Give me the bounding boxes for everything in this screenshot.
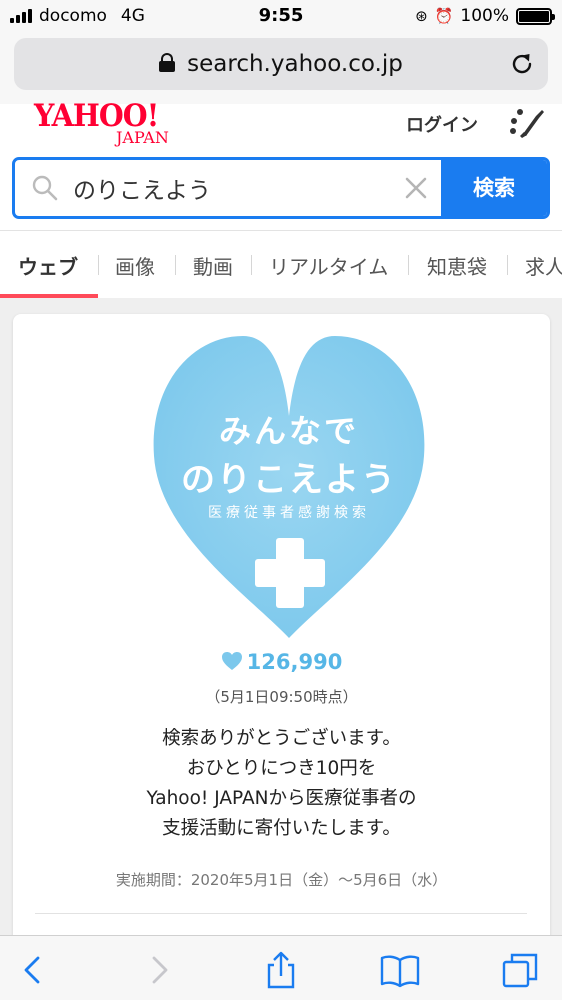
browser-toolbar bbox=[0, 935, 562, 1000]
status-bar: docomo 4G 9:55 ⊛ ⏰ 100% bbox=[0, 0, 562, 32]
forward-icon[interactable] bbox=[138, 950, 178, 990]
logo-main-text: YAHOO! bbox=[34, 98, 159, 134]
back-icon[interactable] bbox=[14, 950, 54, 990]
tab-separator bbox=[98, 255, 99, 275]
heart-title-line2: のりこえよう bbox=[181, 460, 397, 500]
search-area: 検索 bbox=[0, 148, 562, 230]
site-header: YAHOO! JAPAN ログイン bbox=[0, 100, 562, 148]
campaign-message: 検索ありがとうございます。 おひとりにつき10円を Yahoo! JAPANから… bbox=[13, 724, 550, 844]
yahoo-japan-logo[interactable]: YAHOO! JAPAN bbox=[34, 100, 169, 146]
url-text: search.yahoo.co.jp bbox=[187, 51, 403, 77]
tab-chiebukuro[interactable]: 知恵袋 bbox=[427, 251, 487, 280]
heart-subtitle: 医療従事者感謝検索 bbox=[208, 505, 370, 521]
bookmarks-icon[interactable] bbox=[380, 950, 420, 990]
address-bar[interactable]: search.yahoo.co.jp bbox=[14, 38, 548, 90]
lock-icon bbox=[159, 53, 176, 72]
campaign-card: みんなで のりこえよう 医療従事者感謝検索 126,990 （5月1日09:50… bbox=[13, 314, 550, 954]
clear-icon[interactable] bbox=[403, 175, 429, 201]
search-button[interactable]: 検索 bbox=[441, 160, 547, 216]
tabs-icon[interactable] bbox=[500, 950, 540, 990]
message-line: 支援活動に寄付いたします。 bbox=[162, 818, 401, 839]
tab-realtime[interactable]: リアルタイム bbox=[269, 251, 388, 280]
tab-separator bbox=[251, 255, 252, 275]
reload-icon[interactable] bbox=[508, 50, 536, 78]
search-box: 検索 bbox=[12, 157, 550, 219]
tab-images[interactable]: 画像 bbox=[115, 251, 155, 280]
battery-percent: 100% bbox=[460, 6, 509, 26]
campaign-period: 実施期間：2020年5月1日（金）〜5月6日（水） bbox=[115, 871, 448, 889]
small-heart-icon bbox=[221, 652, 242, 670]
tab-videos[interactable]: 動画 bbox=[193, 251, 233, 280]
search-count: 126,990 bbox=[13, 650, 550, 674]
divider bbox=[35, 913, 527, 914]
search-input[interactable] bbox=[73, 160, 393, 216]
status-right: ⊛ ⏰ 100% bbox=[415, 6, 555, 26]
share-icon[interactable] bbox=[261, 950, 301, 990]
address-bar-content: search.yahoo.co.jp bbox=[14, 51, 548, 77]
count-timestamp: （5月1日09:50時点） bbox=[205, 688, 358, 706]
active-tab-indicator bbox=[0, 294, 98, 298]
tab-separator bbox=[507, 255, 508, 275]
login-link[interactable]: ログイン bbox=[406, 111, 478, 137]
menu-icon[interactable] bbox=[506, 106, 546, 140]
search-tabs: ウェブ 画像 動画 リアルタイム 知恵袋 求人 bbox=[0, 230, 562, 298]
tab-separator bbox=[175, 255, 176, 275]
search-icon bbox=[32, 175, 58, 201]
tab-web[interactable]: ウェブ bbox=[18, 251, 78, 280]
tab-separator bbox=[408, 255, 409, 275]
message-line: おひとりにつき10円を bbox=[186, 758, 377, 779]
message-line: Yahoo! JAPANから医療従事者の bbox=[146, 788, 417, 809]
alarm-icon: ⏰ bbox=[434, 7, 454, 25]
tab-jobs[interactable]: 求人 bbox=[525, 251, 562, 280]
battery-icon bbox=[516, 7, 555, 25]
rotation-lock-icon: ⊛ bbox=[415, 7, 428, 25]
message-line: 検索ありがとうございます。 bbox=[162, 728, 401, 749]
browser-address-area: search.yahoo.co.jp bbox=[0, 32, 562, 104]
heart-title-line1: みんなで bbox=[218, 412, 359, 450]
search-count-value: 126,990 bbox=[246, 650, 343, 674]
